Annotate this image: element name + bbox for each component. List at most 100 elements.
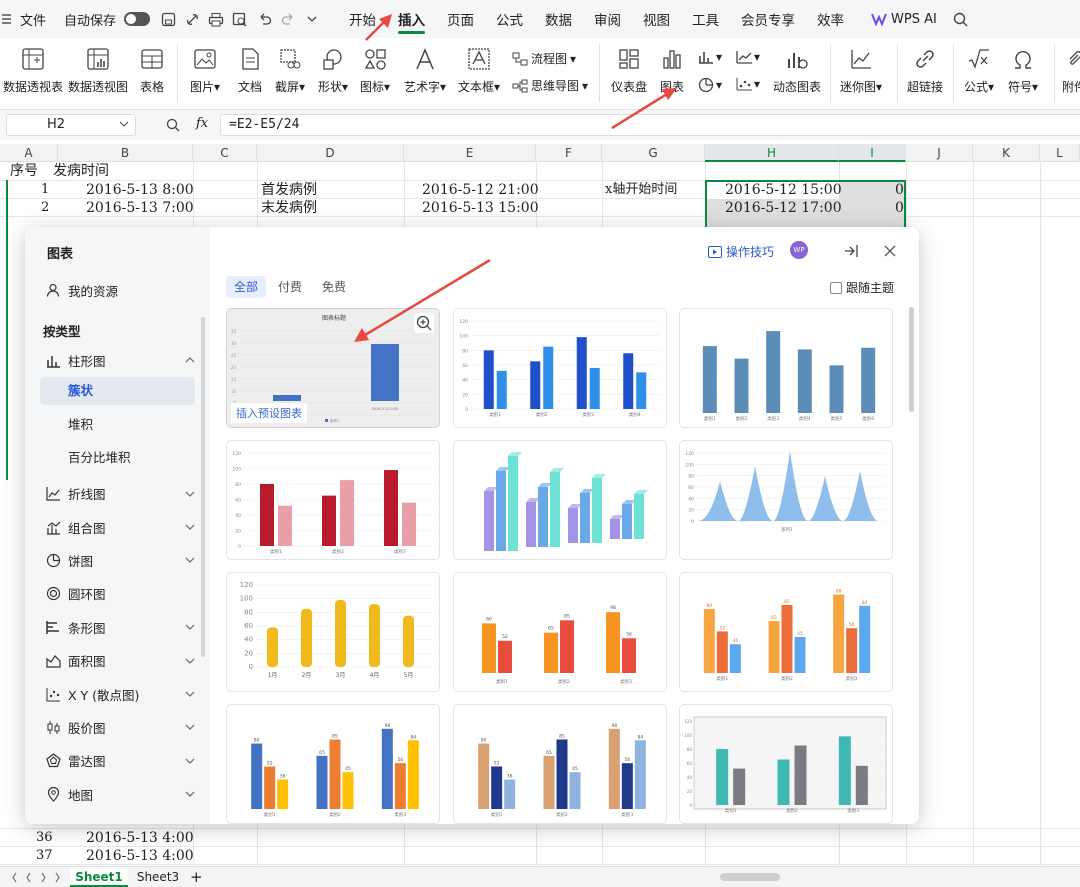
chart-template-card[interactable]: 图表标题353025201510502016-5-13 0:00系列1插入预设图… bbox=[226, 308, 440, 428]
cell-b3[interactable]: 2016-5-13 7:00 bbox=[86, 199, 194, 217]
column-chart-dropdown[interactable]: ▾ bbox=[698, 50, 722, 64]
filter-tab-free[interactable]: 免费 bbox=[314, 276, 354, 298]
category-scatter-chart[interactable]: X Y (散点图) bbox=[25, 680, 210, 708]
cell-h2[interactable]: 2016-5-12 15:00 bbox=[725, 181, 842, 199]
sheet-tab-sheet1[interactable]: Sheet1 bbox=[70, 867, 128, 887]
column-header-d[interactable]: D bbox=[257, 144, 404, 162]
cell-g2[interactable]: x轴开始时间 bbox=[605, 181, 677, 199]
cell-b36[interactable]: 2016-5-13 4:00 bbox=[86, 829, 194, 847]
chevron-up-icon[interactable] bbox=[184, 354, 196, 366]
tab-insert[interactable]: 插入 bbox=[387, 0, 436, 38]
cell-e2[interactable]: 2016-5-12 21:00 bbox=[422, 181, 539, 199]
sheet-nav-icon[interactable] bbox=[12, 872, 62, 883]
undo-icon[interactable] bbox=[256, 11, 272, 27]
attachment-button[interactable]: 附件 bbox=[1062, 46, 1080, 95]
avatar[interactable]: WP bbox=[790, 241, 808, 259]
tab-data[interactable]: 数据 bbox=[534, 0, 583, 38]
name-box[interactable]: H2 bbox=[6, 114, 136, 136]
cell-a1[interactable]: 序号 bbox=[10, 162, 38, 180]
category-radar-chart[interactable]: 雷达图 bbox=[25, 747, 210, 775]
tab-view[interactable]: 视图 bbox=[632, 0, 681, 38]
column-header-l[interactable]: L bbox=[1040, 144, 1080, 162]
chevron-down-icon[interactable] bbox=[184, 788, 196, 800]
follow-theme-checkbox[interactable]: 跟随主题 bbox=[830, 279, 894, 296]
tab-member[interactable]: 会员专享 bbox=[730, 0, 806, 38]
my-resources-item[interactable]: 我的资源 bbox=[25, 276, 210, 304]
chevron-down-icon[interactable] bbox=[184, 721, 196, 733]
pin-icon[interactable] bbox=[844, 244, 860, 258]
screenshot-button[interactable]: 截屏▾ bbox=[275, 46, 305, 95]
chevron-down-icon[interactable] bbox=[184, 521, 196, 533]
chart-button[interactable]: 图表 bbox=[659, 46, 685, 95]
print-icon[interactable] bbox=[208, 11, 224, 27]
dynamic-chart-button[interactable]: 动态图表 bbox=[773, 46, 821, 95]
tab-page[interactable]: 页面 bbox=[436, 0, 485, 38]
cell-i2[interactable]: 0 bbox=[895, 181, 904, 199]
cell-a37[interactable]: 37 bbox=[36, 847, 53, 865]
cell-e3[interactable]: 2016-5-13 15:00 bbox=[422, 199, 539, 217]
line-chart-dropdown[interactable]: ▾ bbox=[736, 50, 760, 64]
flowchart-button[interactable]: 流程图 ▾ bbox=[512, 50, 576, 67]
cell-b1[interactable]: 发病时间 bbox=[53, 162, 109, 180]
chevron-down-icon[interactable] bbox=[184, 655, 196, 667]
search-icon[interactable] bbox=[953, 11, 969, 27]
category-map[interactable]: 地图 bbox=[25, 780, 210, 808]
save-icon[interactable] bbox=[160, 11, 176, 27]
chart-template-card[interactable]: 0 20 40 60 80 100 120 系列1 bbox=[679, 440, 893, 560]
sidebar-scrollbar[interactable] bbox=[201, 317, 205, 657]
zoom-icon[interactable] bbox=[166, 118, 180, 132]
file-menu[interactable]: 文件 bbox=[16, 0, 60, 38]
chevron-down-icon[interactable] bbox=[184, 488, 196, 500]
chevron-down-icon[interactable] bbox=[184, 755, 196, 767]
category-bar-chart[interactable]: 条形图 bbox=[25, 613, 210, 641]
cell-b2[interactable]: 2016-5-13 8:00 bbox=[86, 181, 194, 199]
column-header-g[interactable]: G bbox=[602, 144, 705, 162]
horizontal-scrollbar[interactable] bbox=[720, 873, 780, 881]
shape-button[interactable]: 形状▾ bbox=[318, 46, 348, 95]
cell-d2[interactable]: 首发病例 bbox=[261, 181, 317, 199]
cell-a2[interactable]: 1 bbox=[41, 181, 49, 199]
cell-b37[interactable]: 2016-5-13 4:00 bbox=[86, 847, 194, 865]
close-icon[interactable] bbox=[884, 245, 896, 257]
column-header-a[interactable]: A bbox=[0, 144, 58, 162]
category-column-chart[interactable]: 柱形图 bbox=[25, 346, 210, 374]
redo-icon[interactable] bbox=[280, 11, 296, 27]
wps-ai-button[interactable]: WPS AI bbox=[855, 0, 949, 38]
category-combo-chart[interactable]: 组合图 bbox=[25, 513, 210, 541]
filter-tab-paid[interactable]: 付费 bbox=[270, 276, 310, 298]
zoom-in-icon[interactable] bbox=[414, 313, 434, 333]
subtype-1[interactable]: 堆积 bbox=[40, 411, 195, 439]
icon-button[interactable]: 图标▾ bbox=[360, 46, 390, 95]
dashboard-button[interactable]: 仪表盘 bbox=[611, 46, 647, 95]
formula-input[interactable]: =E2-E5/24 bbox=[220, 114, 1080, 136]
sheet-tab-sheet3[interactable]: Sheet3 bbox=[133, 867, 183, 887]
chevron-down-icon[interactable] bbox=[184, 688, 196, 700]
category-line-chart[interactable]: 折线图 bbox=[25, 480, 210, 508]
chart-template-card[interactable]: 0 20 40 60 80 100 120 类别1 类别2 类别3 类别4 bbox=[453, 308, 667, 428]
category-area-chart[interactable]: 面积图 bbox=[25, 647, 210, 675]
add-sheet-button[interactable]: + bbox=[190, 868, 203, 886]
tab-formula[interactable]: 公式 bbox=[485, 0, 534, 38]
column-header-i[interactable]: I bbox=[839, 144, 906, 162]
column-header-c[interactable]: C bbox=[193, 144, 257, 162]
subtype-2[interactable]: 百分比堆积 bbox=[40, 444, 195, 472]
textbox-button[interactable]: 文本框▾ bbox=[458, 46, 500, 95]
chart-template-card[interactable]: 80 52 36 类别1 65 85 45 类别2 98 56 84 类别3 bbox=[226, 704, 440, 824]
chevron-down-icon[interactable] bbox=[304, 11, 320, 27]
filter-tab-all[interactable]: 全部 bbox=[226, 276, 267, 298]
scatter-chart-dropdown[interactable]: ▾ bbox=[736, 77, 760, 91]
gallery-scrollbar[interactable] bbox=[909, 307, 914, 412]
symbol-button[interactable]: 符号▾ bbox=[1008, 46, 1038, 95]
column-header-j[interactable]: J bbox=[906, 144, 973, 162]
chart-template-card[interactable]: 0 20 40 60 80 100 120 类别1 类别2 类别3 bbox=[226, 440, 440, 560]
formula-insert-button[interactable]: 公式▾ bbox=[964, 46, 994, 95]
autosave-toggle[interactable] bbox=[124, 12, 151, 26]
pie-chart-dropdown[interactable]: ▾ bbox=[698, 77, 722, 93]
column-header-b[interactable]: B bbox=[58, 144, 193, 162]
table-button[interactable]: 表格 bbox=[139, 46, 165, 95]
subtype-0[interactable]: 簇状 bbox=[40, 377, 195, 406]
column-header-h[interactable]: H bbox=[705, 144, 839, 162]
column-header-f[interactable]: F bbox=[536, 144, 602, 162]
chevron-down-icon[interactable] bbox=[184, 554, 196, 566]
chevron-down-icon[interactable] bbox=[184, 621, 196, 633]
